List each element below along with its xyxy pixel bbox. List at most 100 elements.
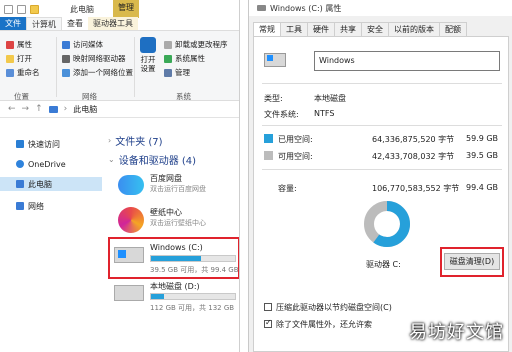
folders-section-header[interactable]: › 文件夹 (7)	[108, 133, 163, 148]
tab-security[interactable]: 安全	[361, 22, 389, 36]
wallpaper-center-icon	[118, 207, 144, 233]
capacity-bytes: 106,770,583,552 字节	[372, 184, 460, 193]
media-icon	[62, 40, 70, 49]
divider	[262, 83, 502, 84]
used-space-label: 已用空间:	[278, 135, 313, 144]
drive-icon	[257, 5, 266, 11]
used-space-swatch	[264, 134, 273, 143]
quick-access-icon[interactable]	[4, 4, 13, 14]
uninstall-button[interactable]: 卸载或更改程序	[164, 39, 228, 50]
index-checkbox[interactable]: ✓	[264, 318, 272, 328]
free-space-swatch	[264, 151, 273, 160]
rename-button[interactable]: 重命名	[6, 67, 40, 78]
explorer-titlebar: 此电脑 管理	[0, 0, 239, 18]
tab-tools[interactable]: 工具	[280, 22, 308, 36]
cloud-icon	[16, 160, 24, 168]
tab-previous-versions[interactable]: 以前的版本	[388, 22, 440, 36]
drive-letter-label: 驱动器 C:	[366, 260, 401, 269]
drive-c-highlight	[108, 237, 239, 279]
content-pane: › 文件夹 (7) ⌄ 设备和驱动器 (4) 百度网盘 双击运行百度网盘 壁纸中心 …	[104, 119, 239, 352]
nav-item-onedrive[interactable]: OneDrive	[0, 157, 102, 171]
tab-sharing[interactable]: 共享	[334, 22, 362, 36]
baidu-netdisk-icon	[118, 175, 144, 195]
capacity-label: 容量:	[278, 184, 297, 193]
free-space-bytes: 42,433,708,032 字节	[372, 152, 455, 161]
network-icon	[16, 202, 24, 210]
access-media-button[interactable]: 访问媒体	[62, 39, 103, 50]
quick-access-check-icon[interactable]	[17, 4, 26, 14]
capacity-gb: 99.4 GB	[466, 183, 499, 192]
windows-logo-icon	[267, 55, 273, 61]
network-drive-icon	[62, 54, 70, 63]
tab-quota[interactable]: 配额	[439, 22, 467, 36]
free-space-label: 可用空间:	[278, 152, 313, 161]
divider	[262, 169, 502, 170]
properties-title: Windows (C:) 属性	[270, 3, 342, 13]
quick-access-folder-icon[interactable]	[30, 4, 39, 14]
manage-icon	[164, 68, 172, 77]
properties-titlebar: Windows (C:) 属性	[249, 0, 512, 16]
type-value: 本地磁盘	[314, 94, 346, 103]
ribbon-tabs: 文件 计算机 查看 驱动器工具	[0, 17, 239, 31]
explorer-window-title: 此电脑	[70, 5, 94, 14]
settings-gear-icon	[140, 37, 156, 53]
general-panel: Windows 类型: 本地磁盘 文件系统: NTFS 已用空间: 64,336…	[253, 36, 509, 352]
uninstall-icon	[164, 40, 172, 49]
open-button[interactable]: 打开	[6, 53, 32, 64]
map-drive-button[interactable]: 映射网络驱动器	[62, 53, 126, 64]
add-location-button[interactable]: 添加一个网络位置	[62, 67, 133, 78]
usage-donut-chart	[364, 201, 410, 247]
tab-hardware[interactable]: 硬件	[307, 22, 335, 36]
breadcrumb[interactable]: 此电脑	[73, 104, 97, 115]
nav-item-this-pc[interactable]: 此电脑	[0, 177, 102, 191]
properties-button[interactable]: 属性	[6, 39, 32, 50]
navigation-pane: 快速访问 OneDrive 此电脑 网络	[0, 119, 102, 352]
properties-dialog: Windows (C:) 属性 常规 工具 硬件 共享 安全 以前的版本 配额 …	[248, 0, 512, 352]
compress-checkbox[interactable]	[264, 303, 272, 311]
properties-tabs: 常规 工具 硬件 共享 安全 以前的版本 配额	[253, 22, 467, 36]
type-label: 类型:	[264, 94, 283, 103]
devices-section-header[interactable]: ⌄ 设备和驱动器 (4)	[108, 152, 196, 167]
tab-file[interactable]: 文件	[0, 17, 26, 30]
open-settings-button[interactable]: 打开 设置	[138, 37, 158, 73]
drive-item-baidu[interactable]: 百度网盘 双击运行百度网盘	[110, 171, 238, 207]
manage-button[interactable]: 管理	[164, 67, 190, 78]
cleanup-button-highlight	[440, 247, 504, 277]
computer-icon	[48, 105, 58, 113]
used-space-bytes: 64,336,875,520 字节	[372, 135, 455, 144]
up-arrow-icon[interactable]: ↑	[35, 104, 43, 114]
chevron-down-icon: ⌄	[108, 155, 115, 164]
local-disk-icon	[114, 285, 144, 301]
forward-arrow-icon[interactable]: →	[22, 104, 30, 114]
compress-label: 压缩此驱动器以节约磁盘空间(C)	[276, 303, 392, 312]
drive-item-d[interactable]: 本地磁盘 (D:) 112 GB 可用，共 132 GB	[110, 279, 238, 315]
divider	[262, 125, 502, 126]
free-space-gb: 39.5 GB	[466, 151, 499, 160]
explorer-window: 此电脑 管理 文件 计算机 查看 驱动器工具 属性 打开 重命名 位置 访问媒体…	[0, 0, 240, 352]
manage-context-tab[interactable]: 管理	[113, 0, 139, 18]
ribbon: 属性 打开 重命名 位置 访问媒体 映射网络驱动器 添加一个网络位置 网络 打开…	[0, 31, 239, 101]
tab-view[interactable]: 查看	[62, 17, 88, 30]
drive-item-wallpaper[interactable]: 壁纸中心 双击运行壁纸中心	[110, 205, 238, 241]
tab-general[interactable]: 常规	[253, 22, 281, 36]
check-icon	[164, 54, 172, 63]
open-icon	[6, 54, 14, 63]
checkmark-icon: ✓	[265, 318, 272, 327]
tab-computer[interactable]: 计算机	[26, 17, 62, 30]
breadcrumb-separator-icon: ›	[63, 104, 68, 114]
address-bar[interactable]: ← → ↑ › 此电脑	[0, 101, 239, 118]
used-space-gb: 59.9 GB	[466, 134, 499, 143]
drive-d-usage-fill	[151, 294, 164, 299]
drive-name-input[interactable]: Windows	[314, 51, 500, 71]
nav-item-network[interactable]: 网络	[0, 199, 102, 213]
tab-drive-tools[interactable]: 驱动器工具	[88, 17, 138, 30]
filesystem-label: 文件系统:	[264, 110, 299, 119]
back-arrow-icon[interactable]: ←	[8, 104, 16, 114]
drive-d-usage-bar	[150, 293, 236, 300]
computer-icon	[16, 180, 24, 188]
index-label: 除了文件属性外，还允许索	[276, 320, 372, 329]
nav-item-quick-access[interactable]: 快速访问	[0, 137, 102, 151]
system-properties-button[interactable]: 系统属性	[164, 53, 205, 64]
rename-icon	[6, 68, 14, 77]
watermark-text: 易坊好文馆	[409, 322, 504, 343]
